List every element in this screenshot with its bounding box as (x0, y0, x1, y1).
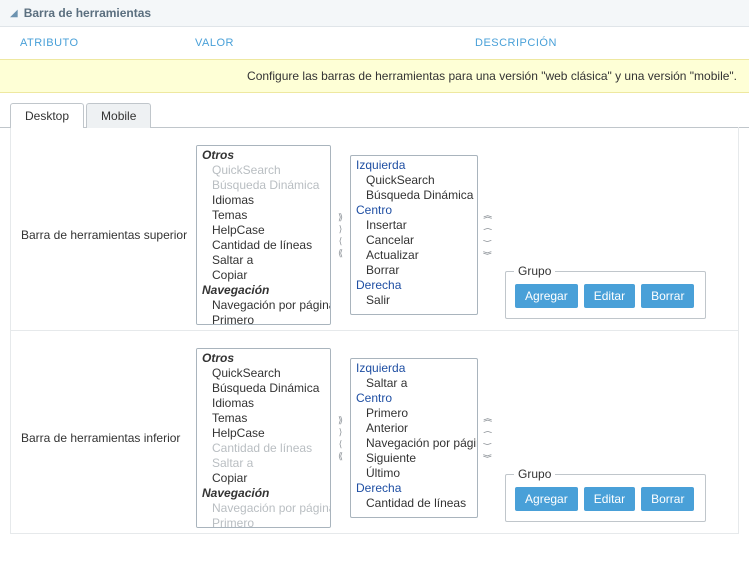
move-left-icon[interactable]: ⟨ (338, 236, 343, 246)
available-items-list[interactable]: OtrosQuickSearchBúsqueda DinámicaIdiomas… (196, 348, 331, 528)
list-category-header[interactable]: Izquierda (352, 361, 476, 376)
list-category-header[interactable]: Derecha (352, 278, 476, 293)
group-legend: Grupo (514, 264, 555, 278)
move-right-icon[interactable]: ⟩ (338, 427, 343, 437)
list-item[interactable]: Siguiente (352, 451, 476, 466)
panel-title: Barra de herramientas (24, 6, 151, 20)
list-item[interactable]: Búsqueda Dinámica (352, 188, 476, 203)
list-category-header[interactable]: Izquierda (352, 158, 476, 173)
transfer-arrows: ⟫ ⟩ ⟨ ⟪ (331, 415, 350, 461)
list-item[interactable]: Temas (198, 411, 329, 426)
col-atributo: ATRIBUTO (20, 37, 195, 49)
move-top-icon[interactable]: ⟫ (483, 417, 493, 422)
list-item[interactable]: Navegación por página (198, 298, 329, 313)
move-right-icon[interactable]: ⟩ (338, 224, 343, 234)
group-fieldset: GrupoAgregarEditarBorrar (505, 271, 706, 319)
list-item[interactable]: Cancelar (352, 233, 476, 248)
list-item[interactable]: Copiar (198, 471, 329, 486)
list-item[interactable]: Idiomas (198, 193, 329, 208)
list-item: QuickSearch (198, 163, 329, 178)
list-group-header: Otros (198, 351, 329, 366)
list-item[interactable]: Temas (198, 208, 329, 223)
list-item: Cantidad de líneas (198, 441, 329, 456)
delete-button[interactable]: Borrar (641, 284, 694, 308)
add-button[interactable]: Agregar (515, 487, 578, 511)
list-category-header[interactable]: Centro (352, 203, 476, 218)
available-items-list[interactable]: OtrosQuickSearchBúsqueda DinámicaIdiomas… (196, 145, 331, 325)
col-valor: VALOR (195, 37, 475, 49)
list-item[interactable]: Cantidad de líneas (198, 238, 329, 253)
list-category-header[interactable]: Centro (352, 391, 476, 406)
group-legend: Grupo (514, 467, 555, 481)
collapse-triangle-icon[interactable]: ◢ (10, 8, 18, 19)
list-item[interactable]: Primero (352, 406, 476, 421)
list-item[interactable]: HelpCase (198, 223, 329, 238)
selected-items-list[interactable]: IzquierdaQuickSearchBúsqueda DinámicaCen… (350, 155, 478, 315)
col-descripcion: DESCRIPCIÓN (475, 37, 557, 49)
move-all-right-icon[interactable]: ⟫ (338, 415, 343, 425)
add-button[interactable]: Agregar (515, 284, 578, 308)
list-group-header: Navegación (198, 283, 329, 298)
list-item[interactable]: Saltar a (198, 253, 329, 268)
list-item[interactable]: HelpCase (198, 426, 329, 441)
transfer-arrows: ⟫ ⟩ ⟨ ⟪ (331, 212, 350, 258)
edit-button[interactable]: Editar (584, 284, 635, 308)
tab-desktop[interactable]: Desktop (10, 103, 84, 128)
info-banner: Configure las barras de herramientas par… (0, 59, 749, 93)
move-up-icon[interactable]: ⟩ (483, 226, 493, 231)
toolbar-config-row: Barra de herramientas superiorOtrosQuick… (10, 127, 739, 331)
list-item: Saltar a (198, 456, 329, 471)
list-item[interactable]: Búsqueda Dinámica (198, 381, 329, 396)
list-item: Navegación por página (198, 501, 329, 516)
tabs: DesktopMobile (0, 93, 749, 128)
toolbar-config-row: Barra de herramientas inferiorOtrosQuick… (10, 330, 739, 534)
move-top-icon[interactable]: ⟫ (483, 214, 493, 219)
move-bottom-icon[interactable]: ⟫ (483, 453, 493, 458)
list-item[interactable]: QuickSearch (198, 366, 329, 381)
row-label: Barra de herramientas superior (11, 228, 196, 242)
column-headers: ATRIBUTO VALOR DESCRIPCIÓN (0, 27, 749, 59)
tab-mobile[interactable]: Mobile (86, 103, 151, 128)
reorder-arrows: ⟫ ⟩ ⟩ ⟫ (478, 212, 497, 258)
list-item: Primero (198, 516, 329, 528)
move-bottom-icon[interactable]: ⟫ (483, 250, 493, 255)
panel-header: ◢ Barra de herramientas (0, 0, 749, 27)
move-left-icon[interactable]: ⟨ (338, 439, 343, 449)
move-all-left-icon[interactable]: ⟪ (338, 248, 343, 258)
move-all-right-icon[interactable]: ⟫ (338, 212, 343, 222)
move-up-icon[interactable]: ⟩ (483, 429, 493, 434)
reorder-arrows: ⟫ ⟩ ⟩ ⟫ (478, 415, 497, 461)
group-fieldset: GrupoAgregarEditarBorrar (505, 474, 706, 522)
list-item[interactable]: Idiomas (198, 396, 329, 411)
list-item[interactable]: Insertar (352, 218, 476, 233)
list-item[interactable]: Cantidad de líneas (352, 496, 476, 511)
list-item[interactable]: Primero (198, 313, 329, 325)
list-item[interactable]: QuickSearch (352, 173, 476, 188)
list-item[interactable]: Anterior (352, 421, 476, 436)
list-item[interactable]: Navegación por página (352, 436, 476, 451)
list-item[interactable]: Salir (352, 293, 476, 308)
list-category-header[interactable]: Derecha (352, 481, 476, 496)
list-item[interactable]: Borrar (352, 263, 476, 278)
list-item[interactable]: Actualizar (352, 248, 476, 263)
list-item[interactable]: Último (352, 466, 476, 481)
move-down-icon[interactable]: ⟩ (483, 238, 493, 243)
list-group-header: Otros (198, 148, 329, 163)
move-all-left-icon[interactable]: ⟪ (338, 451, 343, 461)
list-item[interactable]: Saltar a (352, 376, 476, 391)
delete-button[interactable]: Borrar (641, 487, 694, 511)
list-group-header: Navegación (198, 486, 329, 501)
list-item[interactable]: Copiar (198, 268, 329, 283)
move-down-icon[interactable]: ⟩ (483, 441, 493, 446)
selected-items-list[interactable]: IzquierdaSaltar aCentroPrimeroAnteriorNa… (350, 358, 478, 518)
list-item: Búsqueda Dinámica (198, 178, 329, 193)
edit-button[interactable]: Editar (584, 487, 635, 511)
row-label: Barra de herramientas inferior (11, 431, 196, 445)
